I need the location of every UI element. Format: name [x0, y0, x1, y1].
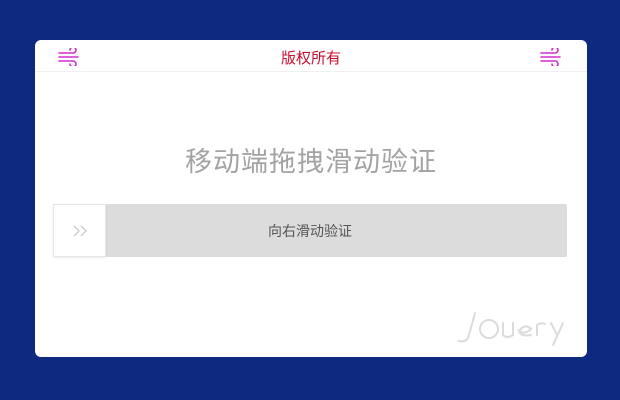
wind-icon — [540, 46, 564, 68]
slide-verify-label: 向右滑动验证 — [268, 224, 352, 240]
slide-verify-handle[interactable] — [53, 204, 106, 257]
slide-verify-track[interactable]: 向右滑动验证 — [53, 204, 567, 257]
double-chevron-right-icon — [72, 223, 90, 239]
watermark-logo — [455, 305, 575, 347]
card-header: 版权所有 — [35, 40, 587, 72]
header-title: 版权所有 — [280, 49, 341, 67]
page-title: 移动端拖拽滑动验证 — [185, 147, 437, 178]
verification-card: 版权所有 移动端拖拽滑动验证 向右滑动验证 — [35, 40, 587, 357]
